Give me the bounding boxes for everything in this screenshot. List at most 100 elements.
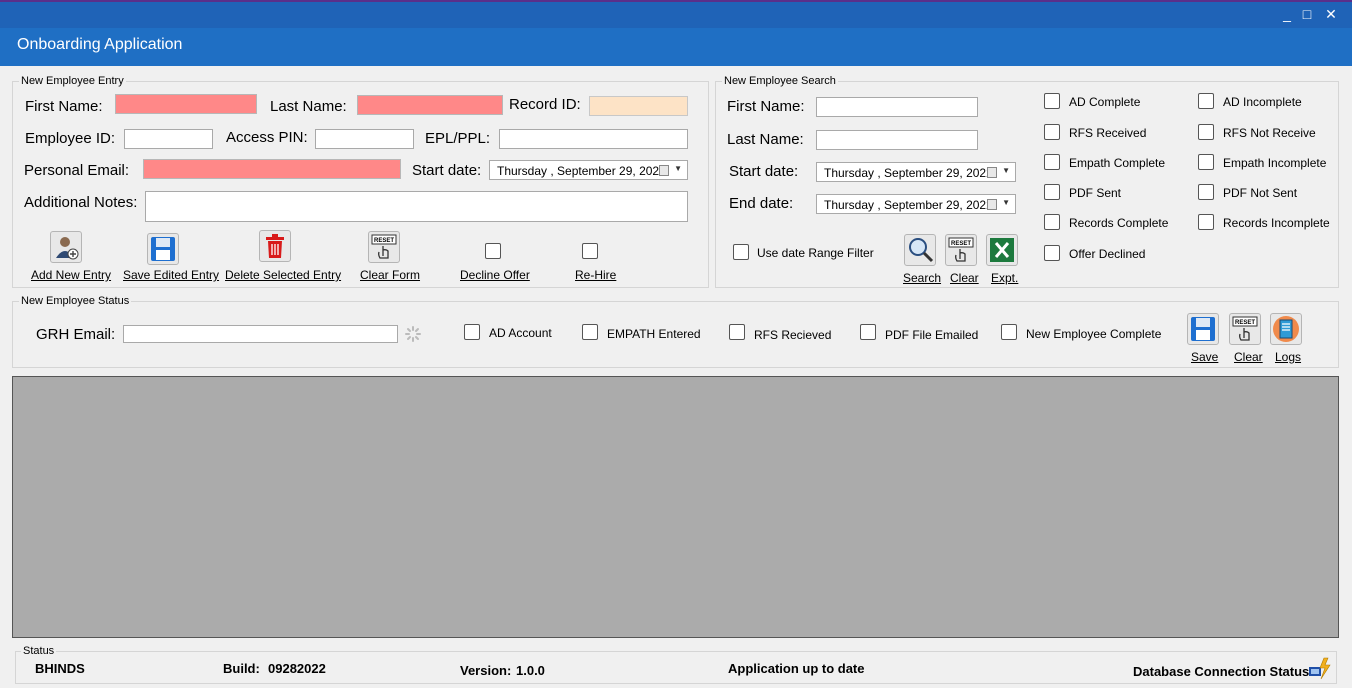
personal-email-input[interactable] [143,159,401,179]
empath-entered-checkbox[interactable] [582,324,598,340]
re-hire-link[interactable]: Re-Hire [575,268,616,282]
record-id-field[interactable] [589,96,688,116]
update-status-message: Application up to date [728,661,865,676]
search-first-name-input[interactable] [816,97,978,117]
search-start-date-picker[interactable]: Thursday , September 29, 2022 ▼ [816,162,1016,182]
filter-pdf-sent-checkbox[interactable] [1044,184,1060,200]
last-name-input[interactable] [357,95,503,115]
save-edited-entry-link[interactable]: Save Edited Entry [123,268,219,282]
employee-id-input[interactable] [124,129,213,149]
search-start-date-value: Thursday , September 29, 2022 [824,166,993,180]
logs-button[interactable] [1270,313,1302,345]
search-clear-link[interactable]: Clear [950,271,979,285]
version-value: 1.0.0 [516,663,545,678]
employee-id-label: Employee ID: [25,130,116,147]
filter-empath-complete-label: Empath Complete [1069,156,1166,170]
statusbar-title: Status [21,645,57,657]
filter-ad-incomplete-checkbox[interactable] [1198,93,1214,109]
logs-link[interactable]: Logs [1275,350,1301,364]
access-pin-label: Access PIN: [226,129,308,146]
pdf-file-emailed-label: PDF File Emailed [885,328,979,342]
first-name-label: First Name: [25,98,103,115]
delete-selected-entry-link[interactable]: Delete Selected Entry [225,268,341,282]
re-hire-checkbox[interactable] [582,243,598,259]
new-employee-complete-checkbox[interactable] [1001,324,1017,340]
date-range-filter-label: Use date Range Filter [757,246,874,260]
search-end-date-picker[interactable]: Thursday , September 29, 2022 ▼ [816,194,1016,214]
calendar-icon [659,165,669,176]
personal-email-label: Personal Email: [24,162,130,179]
delete-selected-entry-button[interactable] [259,230,291,262]
pdf-file-emailed-checkbox[interactable] [860,324,876,340]
db-connection-label: Database Connection Status: [1133,664,1314,679]
search-last-name-input[interactable] [816,130,978,150]
entry-group-title: New Employee Entry [19,75,126,87]
status-clear-link[interactable]: Clear [1234,350,1263,364]
add-new-entry-link[interactable]: Add New Entry [31,268,111,282]
decline-offer-link[interactable]: Decline Offer [460,268,530,282]
filter-ad-incomplete-label: AD Incomplete [1223,95,1302,109]
close-button[interactable]: ✕ [1320,4,1342,24]
search-link[interactable]: Search [903,271,941,285]
decline-offer-checkbox[interactable] [485,243,501,259]
employee-data-grid[interactable] [12,376,1339,638]
search-magnifier-icon [909,238,934,263]
status-clear-button[interactable]: RESET [1229,313,1261,345]
date-range-filter-checkbox[interactable] [733,244,749,260]
access-pin-input[interactable] [315,129,414,149]
ad-account-checkbox[interactable] [464,324,480,340]
export-button[interactable] [986,234,1018,266]
database-connection-icon [1309,657,1331,680]
filter-empath-incomplete-checkbox[interactable] [1198,154,1214,170]
status-save-button[interactable] [1187,313,1219,345]
epl-input[interactable] [499,129,688,149]
export-link[interactable]: Expt. [991,271,1018,285]
clear-form-button[interactable]: RESET [368,231,400,263]
clear-form-link[interactable]: Clear Form [360,268,420,282]
status-save-link[interactable]: Save [1191,350,1218,364]
version-label: Version: [460,663,512,678]
reset-hand-icon: RESET [948,237,974,262]
window-title-bar [0,0,1352,28]
filter-ad-complete-label: AD Complete [1069,95,1141,109]
grh-email-input[interactable] [123,325,398,343]
search-button[interactable] [904,234,936,266]
filter-records-complete-label: Records Complete [1069,216,1169,230]
record-id-label: Record ID: [509,96,581,113]
filter-rfs-not-received-checkbox[interactable] [1198,124,1214,140]
search-last-name-label: Last Name: [727,131,804,148]
minimize-button[interactable]: _ [1276,4,1298,24]
search-clear-button[interactable]: RESET [945,234,977,266]
first-name-input[interactable] [115,94,257,114]
filter-pdf-not-sent-checkbox[interactable] [1198,184,1214,200]
filter-offer-declined-label: Offer Declined [1069,247,1146,261]
filter-empath-complete-checkbox[interactable] [1044,154,1060,170]
maximize-button[interactable]: □ [1296,4,1318,24]
search-end-date-label: End date: [729,195,794,212]
filter-records-incomplete-checkbox[interactable] [1198,214,1214,230]
search-group-title: New Employee Search [722,75,838,87]
filter-rfs-not-received-label: RFS Not Receive [1223,126,1316,140]
start-date-label: Start date: [412,162,482,179]
calendar-icon [987,167,997,178]
filter-offer-declined-checkbox[interactable] [1044,245,1060,261]
trash-icon [266,234,284,258]
save-edited-entry-button[interactable] [147,233,179,265]
svg-text:RESET: RESET [951,241,971,247]
filter-pdf-not-sent-label: PDF Not Sent [1223,186,1298,200]
filter-records-complete-checkbox[interactable] [1044,214,1060,230]
filter-rfs-received-checkbox[interactable] [1044,124,1060,140]
rfs-recieved-label: RFS Recieved [754,328,832,342]
add-new-entry-button[interactable] [50,231,82,263]
logs-icon [1273,316,1299,342]
new-employee-complete-label: New Employee Complete [1026,327,1162,341]
entry-start-date-picker[interactable]: Thursday , September 29, 2022 ▼ [489,160,688,180]
additional-notes-input[interactable] [145,191,688,222]
add-user-icon [56,237,79,260]
filter-records-incomplete-label: Records Incomplete [1223,216,1330,230]
epl-label: EPL/PPL: [425,130,491,147]
filter-ad-complete-checkbox[interactable] [1044,93,1060,109]
filter-rfs-received-label: RFS Received [1069,126,1147,140]
search-end-date-value: Thursday , September 29, 2022 [824,198,993,212]
rfs-recieved-checkbox[interactable] [729,324,745,340]
